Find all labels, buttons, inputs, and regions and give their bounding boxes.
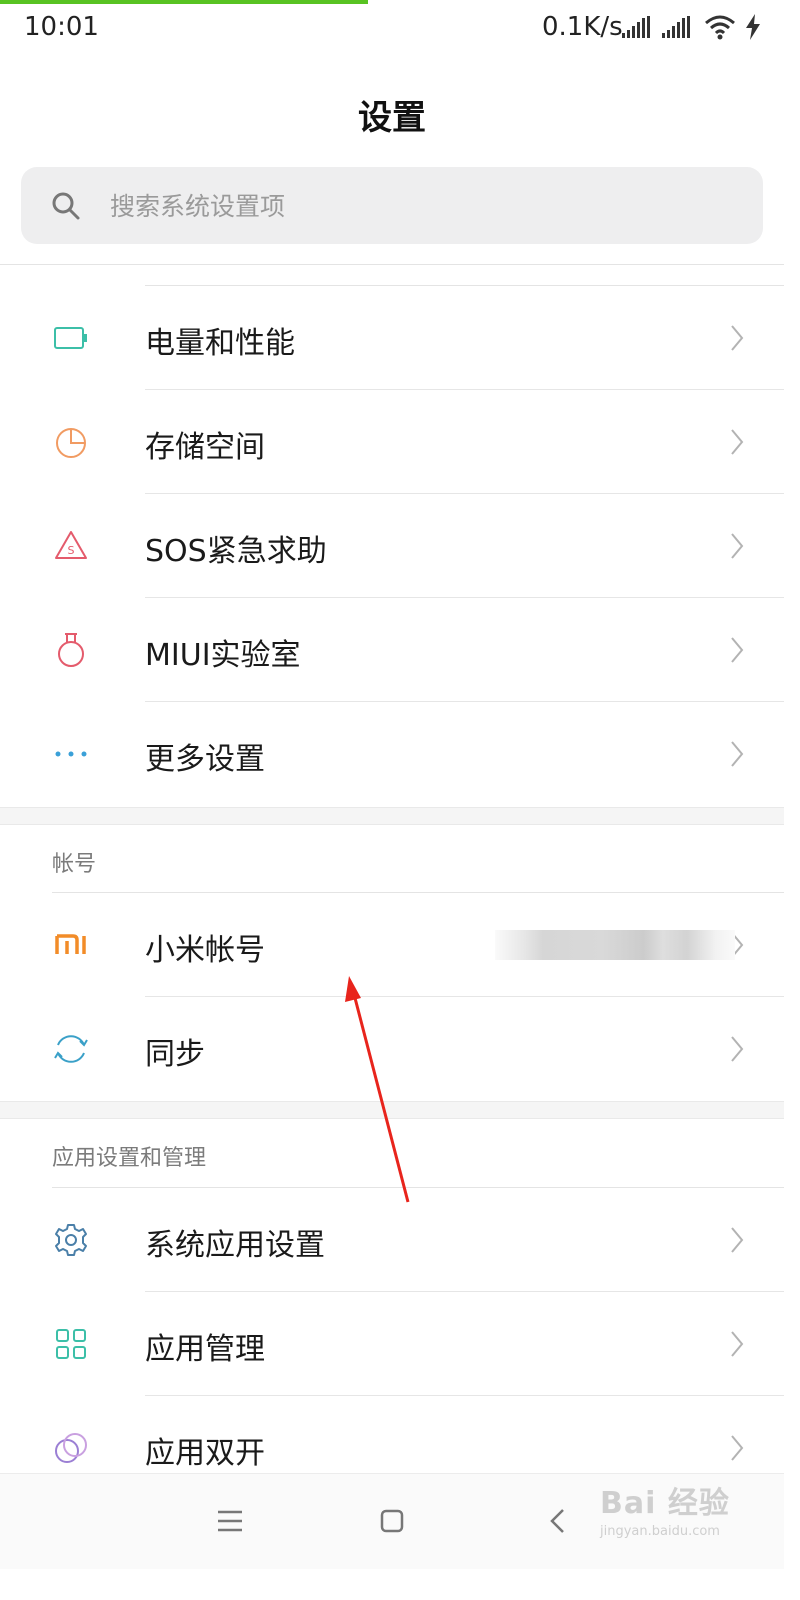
chevron-right-icon (731, 637, 744, 663)
dual-circle-icon (55, 1433, 87, 1463)
watermark-logo: Bai 经验 jingyan.baidu.com (600, 1478, 730, 1539)
search-input[interactable]: 搜索系统设置项 (21, 167, 763, 244)
cell-signal-icon (662, 16, 690, 38)
gear-icon (55, 1224, 87, 1256)
settings-item-label: 存储空间 (145, 430, 265, 465)
svg-text:S: S (68, 544, 75, 557)
settings-item-label: MIUI实验室 (145, 638, 301, 673)
home-icon[interactable] (380, 1509, 404, 1533)
mi-logo-icon (55, 934, 86, 954)
section-separator (0, 807, 784, 825)
search-icon (52, 192, 80, 220)
settings-item-sos[interactable]: S SOS紧急求助 (0, 494, 784, 598)
section-title-account: 帐号 (52, 852, 97, 877)
divider (0, 264, 784, 265)
chevron-right-icon (731, 533, 744, 559)
settings-item-app-management[interactable]: 应用管理 (0, 1292, 784, 1396)
back-icon[interactable] (548, 1508, 566, 1534)
watermark-url: jingyan.baidu.com (600, 1524, 720, 1539)
flask-icon (58, 633, 84, 667)
settings-item-label: 应用管理 (145, 1332, 265, 1367)
settings-item-label: 同步 (145, 1037, 205, 1072)
sos-icon: S (55, 531, 87, 559)
settings-item-battery[interactable]: 电量和性能 (0, 286, 784, 390)
settings-item-label: 系统应用设置 (145, 1228, 325, 1263)
wifi-icon (705, 15, 735, 40)
search-placeholder: 搜索系统设置项 (110, 192, 286, 221)
settings-item-miui-lab[interactable]: MIUI实验室 (0, 598, 784, 702)
grid-icon (56, 1329, 86, 1359)
chevron-right-icon (731, 325, 744, 351)
watermark-title: Bai 经验 (600, 1486, 730, 1521)
chevron-right-icon (731, 1331, 744, 1357)
status-time: 10:01 (24, 12, 99, 42)
status-bar: 10:01 0.1K/s (0, 0, 784, 58)
chevron-right-icon (731, 429, 744, 455)
annotation-arrow (345, 976, 410, 1203)
redacted-account-id (495, 930, 735, 960)
network-speed: 0.1K/s (542, 12, 623, 42)
battery-icon (54, 327, 87, 349)
pie-chart-icon (56, 428, 86, 458)
section-title-apps: 应用设置和管理 (52, 1146, 207, 1171)
page-title: 设置 (358, 98, 426, 138)
more-dots-icon (55, 751, 87, 757)
settings-item-label: 应用双开 (145, 1436, 265, 1471)
settings-item-label: 更多设置 (145, 742, 265, 777)
chevron-right-icon (731, 1036, 744, 1062)
menu-icon[interactable] (218, 1510, 242, 1532)
charging-icon (746, 14, 760, 40)
settings-item-label: 小米帐号 (145, 933, 265, 968)
cell-signal-icon (622, 16, 650, 38)
chevron-right-icon (731, 741, 744, 767)
chevron-right-icon (731, 1227, 744, 1253)
settings-item-storage[interactable]: 存储空间 (0, 390, 784, 494)
settings-item-label: SOS紧急求助 (145, 534, 327, 569)
chevron-right-icon (731, 1435, 744, 1461)
settings-item-label: 电量和性能 (145, 326, 295, 361)
settings-item-more[interactable]: 更多设置 (0, 702, 784, 806)
sync-icon (54, 1035, 88, 1063)
